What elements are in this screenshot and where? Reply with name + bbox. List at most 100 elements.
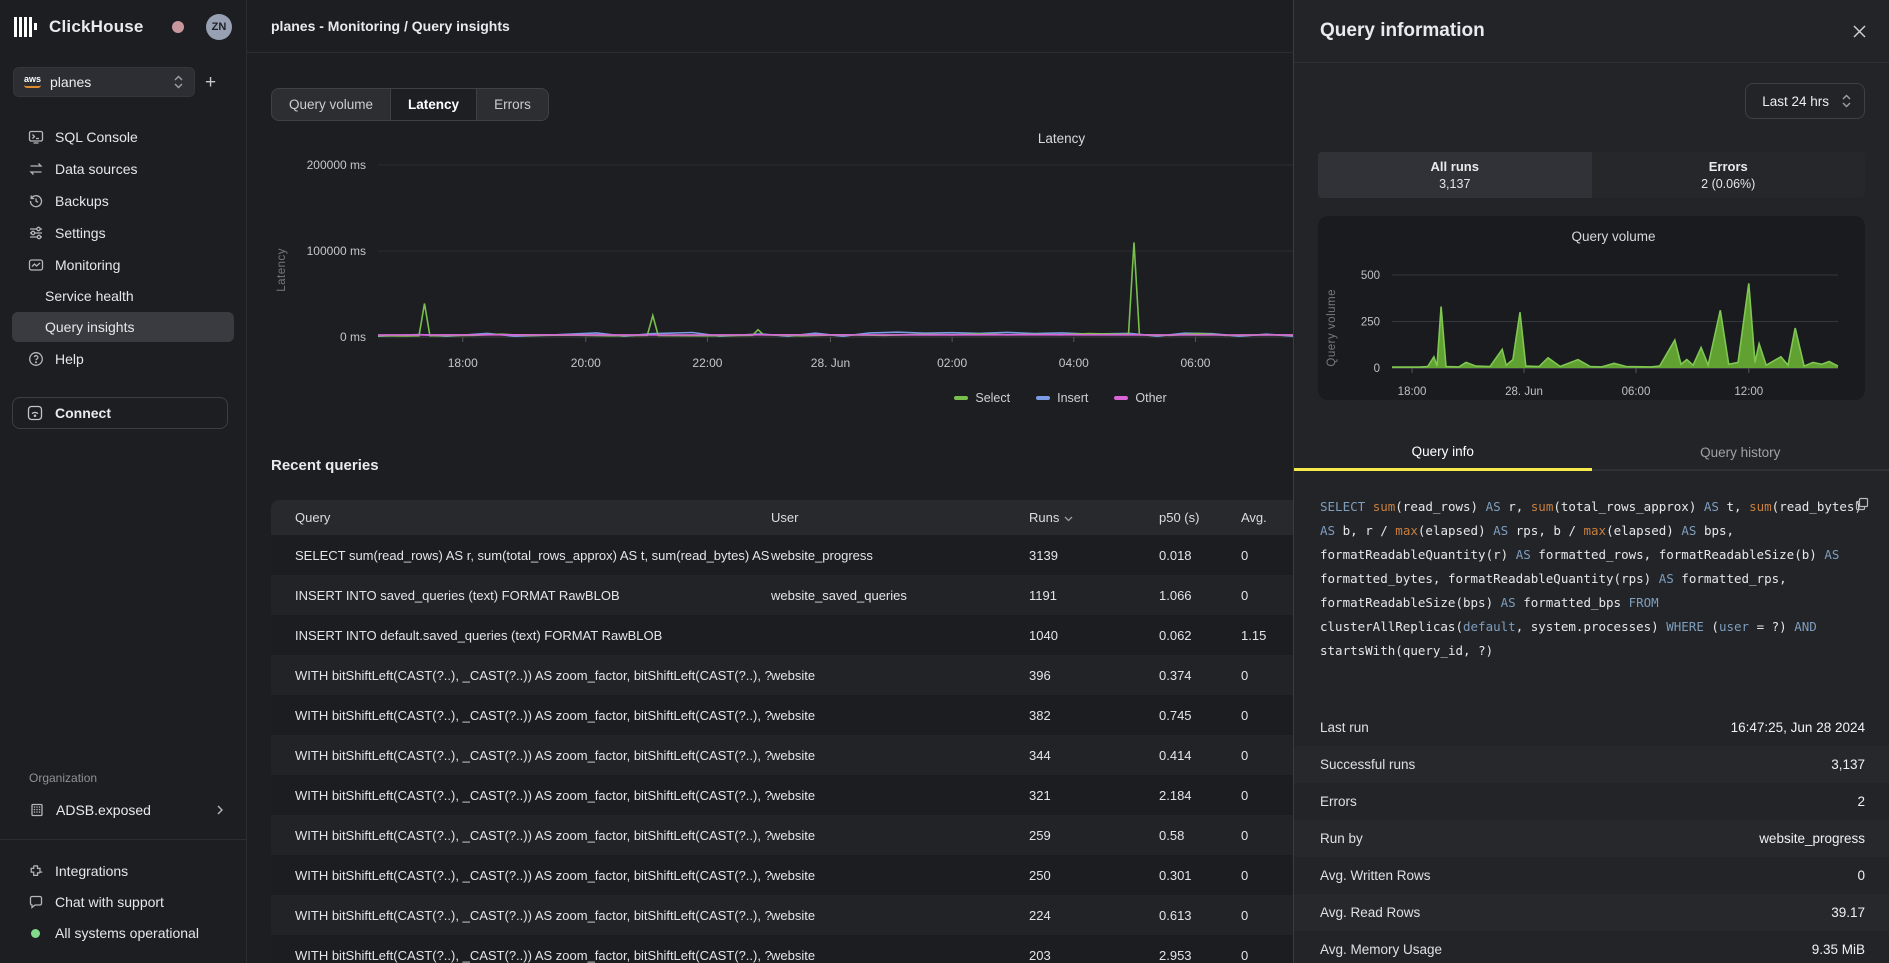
sidebar-footer: Integrations Chat with support All syste… (0, 856, 246, 949)
y-axis-label: Latency (271, 152, 293, 387)
time-range-row: Last 24 hrs (1294, 63, 1889, 119)
svg-text:20:00: 20:00 (571, 356, 601, 370)
brand-name: ClickHouse (49, 17, 144, 37)
col-p50[interactable]: p50 (s) (1159, 510, 1241, 525)
cell-runs: 344 (1029, 748, 1159, 763)
sidebar-item-data-sources[interactable]: Data sources (12, 153, 234, 184)
tab-query-info[interactable]: Query info (1294, 435, 1592, 471)
query-volume-chart[interactable]: 025050018:0028. Jun06:0012:00 (1340, 250, 1848, 405)
workspace-name: planes (50, 74, 91, 90)
svg-text:500: 500 (1361, 270, 1380, 282)
tab-query-volume[interactable]: Query volume (272, 89, 391, 120)
workspace-row: aws planes + (13, 67, 234, 97)
aws-icon: aws (24, 75, 41, 88)
cell-runs: 203 (1029, 948, 1159, 963)
svg-text:18:00: 18:00 (448, 356, 478, 370)
building-icon (29, 802, 45, 818)
runs-errors-toggle: All runs 3,137 Errors 2 (0.06%) (1318, 152, 1865, 198)
toggle-all-runs[interactable]: All runs 3,137 (1318, 152, 1592, 198)
mini-chart-title: Query volume (1324, 228, 1851, 246)
stat-value: 3,137 (1831, 757, 1865, 772)
cell-query: WITH bitShiftLeft(CAST(?..), _CAST(?..))… (271, 788, 771, 803)
brand-row: ClickHouse ZN (0, 0, 246, 53)
sidebar-item-integrations[interactable]: Integrations (12, 856, 234, 886)
cell-p50: 0.745 (1159, 708, 1241, 723)
sidebar-item-help[interactable]: Help (12, 343, 234, 374)
stat-row: Avg. Read Rows 39.17 (1294, 894, 1889, 931)
sidebar: ClickHouse ZN aws planes + SQL Console D… (0, 0, 247, 963)
cell-runs: 1040 (1029, 628, 1159, 643)
sidebar-item-monitoring[interactable]: Monitoring (12, 249, 234, 280)
time-range-select[interactable]: Last 24 hrs (1745, 83, 1865, 119)
stat-row: Run by website_progress (1294, 820, 1889, 857)
connect-button[interactable]: Connect (12, 397, 228, 429)
stat-value: 16:47:25, Jun 28 2024 (1731, 720, 1865, 735)
sidebar-nav: SQL Console Data sources Backups Setting… (0, 121, 246, 375)
col-user[interactable]: User (771, 510, 1029, 525)
cell-p50: 0.414 (1159, 748, 1241, 763)
legend-item[interactable]: Other (1114, 391, 1166, 405)
status-dot-icon (31, 929, 40, 938)
legend-item[interactable]: Select (954, 391, 1010, 405)
avatar[interactable]: ZN (206, 14, 232, 40)
svg-text:200000 ms: 200000 ms (307, 158, 366, 172)
sidebar-item-backups[interactable]: Backups (12, 185, 234, 216)
puzzle-icon (28, 863, 44, 879)
cell-runs: 321 (1029, 788, 1159, 803)
sql-code: SELECT sum(read_rows) AS r, sum(total_ro… (1320, 495, 1865, 663)
svg-text:100000 ms: 100000 ms (307, 244, 366, 258)
copy-icon[interactable] (1855, 497, 1869, 511)
cell-p50: 2.953 (1159, 948, 1241, 963)
sidebar-item-chat-support[interactable]: Chat with support (12, 887, 234, 917)
panel-title: Query information (1320, 20, 1485, 42)
page-title: planes - Monitoring / Query insights (271, 18, 510, 34)
tab-query-history[interactable]: Query history (1592, 435, 1889, 471)
stat-row: Last run 16:47:25, Jun 28 2024 (1294, 709, 1889, 746)
sidebar-item-query-insights[interactable]: Query insights (12, 312, 234, 342)
svg-text:0 ms: 0 ms (340, 330, 366, 344)
chevron-updown-icon (1841, 94, 1852, 108)
stat-row: Avg. Written Rows 0 (1294, 857, 1889, 894)
cell-query: SELECT sum(read_rows) AS r, sum(total_ro… (271, 548, 771, 563)
panel-header: Query information (1294, 0, 1889, 63)
cell-p50: 0.062 (1159, 628, 1241, 643)
console-icon (28, 129, 44, 145)
sidebar-item-service-health[interactable]: Service health (12, 281, 234, 311)
panel-tabs: Query info Query history (1294, 435, 1889, 471)
y-axis-label: Query volume (1324, 250, 1340, 405)
tab-errors[interactable]: Errors (477, 89, 548, 120)
sidebar-item-system-status[interactable]: All systems operational (12, 918, 234, 948)
chevron-right-icon (216, 804, 224, 816)
notification-dot-icon[interactable] (172, 21, 184, 33)
cell-p50: 0.301 (1159, 868, 1241, 883)
tab-latency[interactable]: Latency (391, 89, 477, 120)
sidebar-item-sql-console[interactable]: SQL Console (12, 121, 234, 152)
organization-name: ADSB.exposed (56, 802, 151, 818)
cell-user: website (771, 668, 1029, 683)
col-runs[interactable]: Runs (1029, 510, 1159, 525)
toggle-errors[interactable]: Errors 2 (0.06%) (1592, 152, 1866, 198)
legend-item[interactable]: Insert (1036, 391, 1088, 405)
stat-value: 0 (1857, 868, 1865, 883)
close-icon[interactable] (1852, 24, 1867, 39)
sidebar-divider (0, 839, 246, 840)
cell-query: WITH bitShiftLeft(CAST(?..), _CAST(?..))… (271, 748, 771, 763)
stat-label: Avg. Memory Usage (1320, 942, 1442, 957)
svg-text:02:00: 02:00 (937, 356, 967, 370)
monitoring-icon (28, 257, 44, 273)
cell-user: website (771, 868, 1029, 883)
query-stats-list: Last run 16:47:25, Jun 28 2024 Successfu… (1294, 709, 1889, 963)
cell-p50: 0.374 (1159, 668, 1241, 683)
cell-query: WITH bitShiftLeft(CAST(?..), _CAST(?..))… (271, 828, 771, 843)
all-runs-count: 3,137 (1439, 177, 1470, 191)
stat-row: Avg. Memory Usage 9.35 MiB (1294, 931, 1889, 963)
cell-runs: 396 (1029, 668, 1159, 683)
add-service-button[interactable]: + (205, 73, 216, 92)
cell-user: website_saved_queries (771, 588, 1029, 603)
svg-text:18:00: 18:00 (1398, 386, 1427, 398)
organization-item[interactable]: ADSB.exposed (12, 795, 234, 825)
col-query[interactable]: Query (271, 510, 771, 525)
workspace-select[interactable]: aws planes (13, 67, 195, 97)
sidebar-item-settings[interactable]: Settings (12, 217, 234, 248)
cell-query: INSERT INTO default.saved_queries (text)… (271, 628, 771, 643)
